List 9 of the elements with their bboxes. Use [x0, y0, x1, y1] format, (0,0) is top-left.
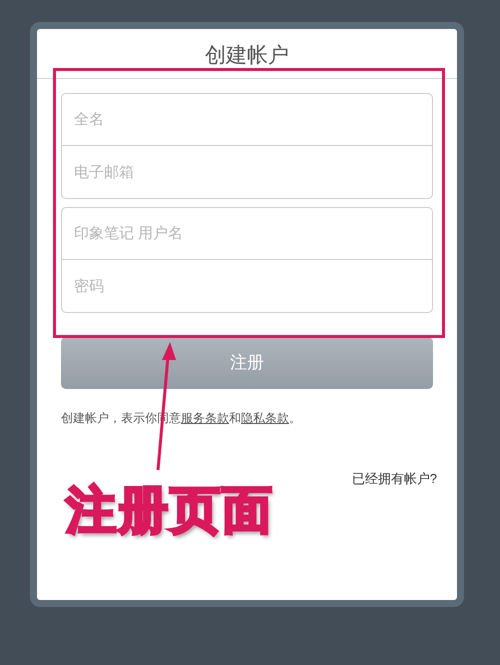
terms-link[interactable]: 隐私条款	[241, 411, 289, 425]
terms-link[interactable]: 服务条款	[181, 411, 229, 425]
sign-in-link[interactable]: 已经拥有帐户?	[352, 469, 437, 488]
annotation-label: 注册页面	[66, 481, 274, 540]
input-field[interactable]: 密码	[61, 260, 433, 313]
dialog-title: 创建帐户	[205, 42, 289, 69]
input-field[interactable]: 印象笔记 用户名	[61, 207, 433, 260]
input-field[interactable]: 全名	[61, 93, 433, 146]
input-field[interactable]: 电子邮箱	[61, 146, 433, 199]
